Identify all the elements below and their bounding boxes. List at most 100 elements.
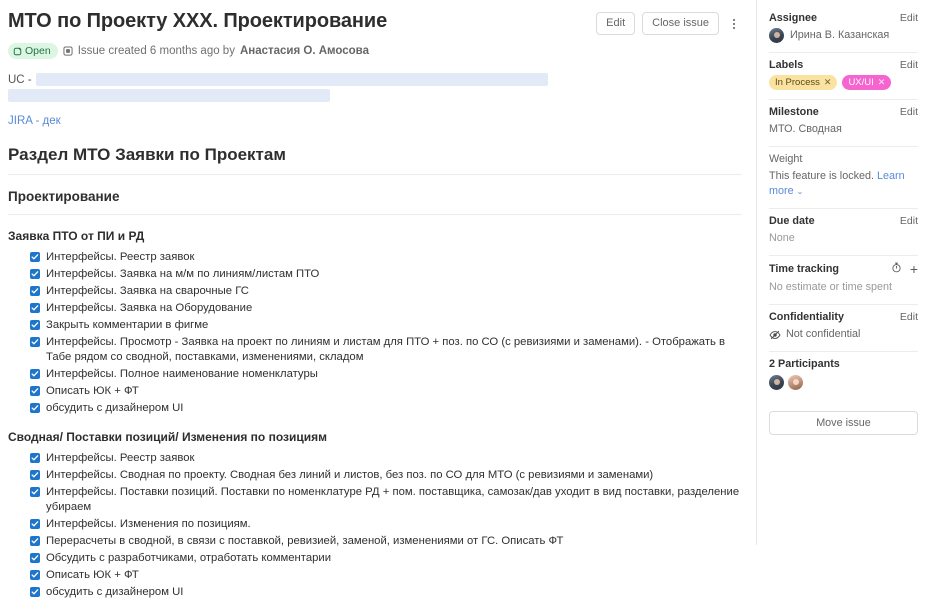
avatar[interactable] <box>769 375 784 390</box>
task-group: Заявка ПТО от ПИ и РД Интерфейсы. Реестр… <box>8 229 756 416</box>
task-item[interactable]: Интерфейсы. Заявка на Оборудование <box>8 301 742 316</box>
labels-header: Labels Edit <box>769 59 918 71</box>
task-item[interactable]: Перерасчеты в сводной, в связи с поставк… <box>8 534 742 549</box>
checkbox-checked-icon[interactable] <box>30 519 40 529</box>
task-label: Перерасчеты в сводной, в связи с поставк… <box>46 535 564 547</box>
task-item[interactable]: обсудить с дизайнером UI <box>8 585 742 600</box>
redacted-link-2 <box>8 89 330 102</box>
task-label: Интерфейсы. Просмотр - Заявка на проект … <box>46 336 726 363</box>
task-item[interactable]: Интерфейсы. Просмотр - Заявка на проект … <box>8 335 742 365</box>
issue-created-text: Issue created 6 months ago by <box>77 45 235 57</box>
issue-open-icon <box>13 47 22 55</box>
task-label: Интерфейсы. Полное наименование номенкла… <box>46 368 318 380</box>
confidentiality-title: Confidentiality <box>769 311 844 323</box>
sidebar-assignee-block: Assignee Edit Ирина В. Казанская <box>769 6 918 53</box>
task-item[interactable]: Закрыть комментарии в фигме <box>8 318 742 333</box>
add-time-icon[interactable]: + <box>910 262 918 276</box>
checkbox-checked-icon[interactable] <box>30 453 40 463</box>
edit-button[interactable]: Edit <box>596 12 636 35</box>
task-item[interactable]: обсудить с дизайнером UI <box>8 401 742 416</box>
task-item[interactable]: Интерфейсы. Реестр заявок <box>8 451 742 466</box>
stopwatch-icon[interactable] <box>891 262 902 276</box>
checkbox-checked-icon[interactable] <box>30 369 40 379</box>
move-issue-wrap: Move issue <box>769 399 918 435</box>
more-actions-icon[interactable] <box>726 14 742 34</box>
label-pill[interactable]: UX/UI ✕ <box>842 75 892 90</box>
jira-link[interactable]: JIRA - дек <box>8 115 61 127</box>
task-item[interactable]: Описать ЮК + ФТ <box>8 568 742 583</box>
checkbox-checked-icon[interactable] <box>30 320 40 330</box>
task-list: Интерфейсы. Реестр заявок Интерфейсы. За… <box>8 250 756 416</box>
labels-list: In Process ✕ UX/UI ✕ <box>769 75 918 90</box>
task-label: Интерфейсы. Сводная по проекту. Сводная … <box>46 469 654 481</box>
issue-author: Анастасия О. Амосова <box>239 45 369 57</box>
labels-edit-button[interactable]: Edit <box>900 59 918 71</box>
avatar[interactable] <box>788 375 803 390</box>
task-label: Интерфейсы. Заявка на сварочные ГС <box>46 285 249 297</box>
checkbox-checked-icon[interactable] <box>30 403 40 413</box>
label-remove-icon[interactable]: ✕ <box>824 76 832 89</box>
task-label: Интерфейсы. Реестр заявок <box>46 251 195 263</box>
assignee-edit-button[interactable]: Edit <box>900 12 918 24</box>
checkbox-checked-icon[interactable] <box>30 553 40 563</box>
due-date-header: Due date Edit <box>769 215 918 227</box>
confidentiality-edit-button[interactable]: Edit <box>900 311 918 323</box>
labels-title: Labels <box>769 59 804 71</box>
task-item[interactable]: Обсудить с разработчиками, отработать ко… <box>8 551 742 566</box>
checkbox-checked-icon[interactable] <box>30 386 40 396</box>
close-issue-button[interactable]: Close issue <box>642 12 719 35</box>
checkbox-checked-icon[interactable] <box>30 587 40 597</box>
checkbox-checked-icon[interactable] <box>30 570 40 580</box>
milestone-header: Milestone Edit <box>769 106 918 118</box>
redacted-link-1 <box>35 73 548 86</box>
sidebar-participants-block: 2 Participants <box>769 352 918 399</box>
task-label: Закрыть комментарии в фигме <box>46 319 209 331</box>
task-group-title: Заявка ПТО от ПИ и РД <box>8 229 145 243</box>
sidebar-due-date-block: Due date Edit None <box>769 209 918 256</box>
task-item[interactable]: Интерфейсы. Поставки позиций. Поставки п… <box>8 485 742 515</box>
weight-header: Weight <box>769 153 918 165</box>
label-pill[interactable]: In Process ✕ <box>769 75 838 90</box>
issue-header: МТО по Проекту ХХХ. Проектирование Edit … <box>8 8 756 35</box>
chevron-down-icon[interactable]: ⌄ <box>797 187 804 196</box>
weight-locked-text: This feature is locked. <box>769 170 875 182</box>
checkbox-checked-icon[interactable] <box>30 269 40 279</box>
checkbox-checked-icon[interactable] <box>30 252 40 262</box>
checkbox-checked-icon[interactable] <box>30 470 40 480</box>
task-label: Описать ЮК + ФТ <box>46 385 139 397</box>
milestone-edit-button[interactable]: Edit <box>900 106 918 118</box>
sidebar-labels-block: Labels Edit In Process ✕ UX/UI ✕ <box>769 53 918 100</box>
confidentiality-row: Not confidential <box>769 327 918 342</box>
task-item[interactable]: Интерфейсы. Реестр заявок <box>8 250 742 265</box>
task-item[interactable]: Интерфейсы. Полное наименование номенкла… <box>8 367 742 382</box>
time-tracking-value: No estimate or time spent <box>769 281 893 293</box>
sidebar-milestone-block: Milestone Edit МТО. Сводная <box>769 100 918 147</box>
task-item[interactable]: Интерфейсы. Изменения по позициям. <box>8 517 742 532</box>
assignee-row[interactable]: Ирина В. Казанская <box>769 28 918 43</box>
section-heading: Раздел МТО Заявки по Проектам <box>8 145 742 175</box>
due-date-edit-button[interactable]: Edit <box>900 215 918 227</box>
page-title: МТО по Проекту ХХХ. Проектирование <box>8 10 388 32</box>
task-label: Интерфейсы. Заявка на м/м по линиям/лист… <box>46 268 320 280</box>
task-item[interactable]: Интерфейсы. Заявка на м/м по линиям/лист… <box>8 267 742 282</box>
label-remove-icon[interactable]: ✕ <box>878 76 886 89</box>
task-item[interactable]: Интерфейсы. Сводная по проекту. Сводная … <box>8 468 742 483</box>
label-name: In Process <box>775 77 820 88</box>
task-group: Сводная/ Поставки позиций/ Изменения по … <box>8 430 756 600</box>
issue-type-icon <box>63 46 73 56</box>
subsection-heading: Проектирование <box>8 189 742 215</box>
checkbox-checked-icon[interactable] <box>30 487 40 497</box>
checkbox-checked-icon[interactable] <box>30 337 40 347</box>
issue-page: МТО по Проекту ХХХ. Проектирование Edit … <box>0 0 930 598</box>
issue-main-column: МТО по Проекту ХХХ. Проектирование Edit … <box>0 0 756 598</box>
task-item[interactable]: Описать ЮК + ФТ <box>8 384 742 399</box>
task-item[interactable]: Интерфейсы. Заявка на сварочные ГС <box>8 284 742 299</box>
uc-line: UC - <box>8 73 742 86</box>
status-badge-label: Open <box>25 45 51 57</box>
move-issue-button[interactable]: Move issue <box>769 411 918 435</box>
checkbox-checked-icon[interactable] <box>30 286 40 296</box>
assignee-header: Assignee Edit <box>769 12 918 24</box>
checkbox-checked-icon[interactable] <box>30 303 40 313</box>
sidebar-time-tracking-block: Time tracking + No estimate or time spen… <box>769 256 918 305</box>
due-date-title: Due date <box>769 215 815 227</box>
